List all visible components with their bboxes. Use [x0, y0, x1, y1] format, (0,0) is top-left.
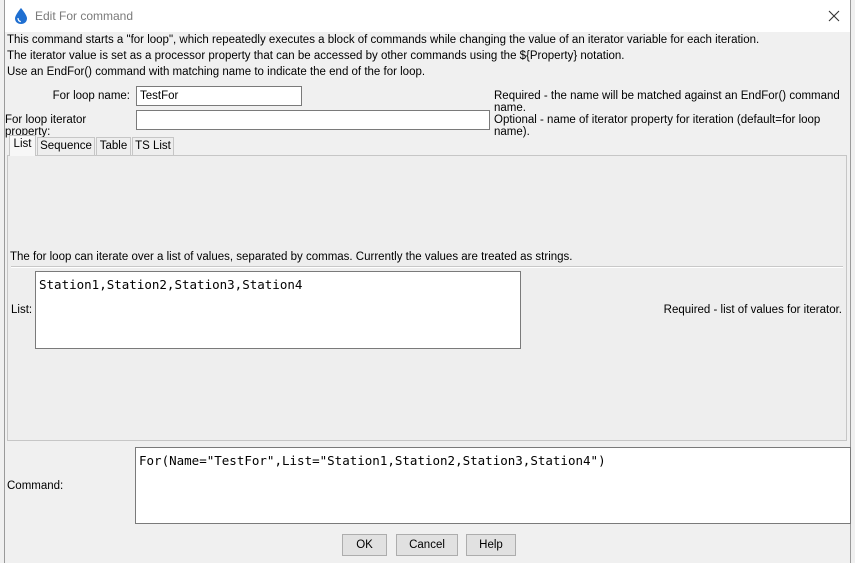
close-button[interactable]	[818, 0, 850, 32]
title-bar[interactable]: Edit For command	[5, 0, 850, 32]
edit-for-command-dialog: Edit For command This command starts a "…	[4, 0, 851, 563]
description-line-1: This command starts a "for loop", which …	[7, 34, 760, 46]
window-title: Edit For command	[35, 9, 134, 23]
tab-sequence[interactable]: Sequence	[37, 137, 95, 156]
loop-name-label: For loop name:	[52, 90, 130, 102]
command-label: Command:	[7, 480, 64, 492]
list-values-textarea[interactable]: Station1,Station2,Station3,Station4	[35, 271, 521, 349]
list-tab-panel: The for loop can iterate over a list of …	[7, 155, 847, 441]
command-textarea[interactable]: For(Name="TestFor",List="Station1,Statio…	[135, 447, 851, 524]
description-line-3: Use an EndFor() command with matching na…	[7, 66, 426, 78]
loop-name-input[interactable]: TestFor	[136, 86, 302, 106]
list-tab-info: The for loop can iterate over a list of …	[10, 251, 573, 263]
help-button[interactable]: Help	[466, 534, 516, 556]
tab-ts-list[interactable]: TS List	[132, 137, 174, 156]
list-note: Required - list of values for iterator.	[663, 304, 842, 316]
close-icon	[828, 10, 840, 22]
ok-button[interactable]: OK	[342, 534, 387, 556]
description-line-2: The iterator value is set as a processor…	[7, 50, 625, 62]
tab-list[interactable]: List	[9, 135, 36, 156]
iterator-property-note: Optional - name of iterator property for…	[494, 114, 821, 138]
tab-table[interactable]: Table	[96, 137, 131, 156]
cancel-button[interactable]: Cancel	[396, 534, 458, 556]
panel-separator	[11, 266, 843, 268]
list-label: List:	[11, 304, 33, 316]
iterator-property-input[interactable]	[136, 110, 490, 130]
loop-name-note: Required - the name will be matched agai…	[494, 90, 840, 114]
water-drop-icon	[15, 8, 27, 24]
